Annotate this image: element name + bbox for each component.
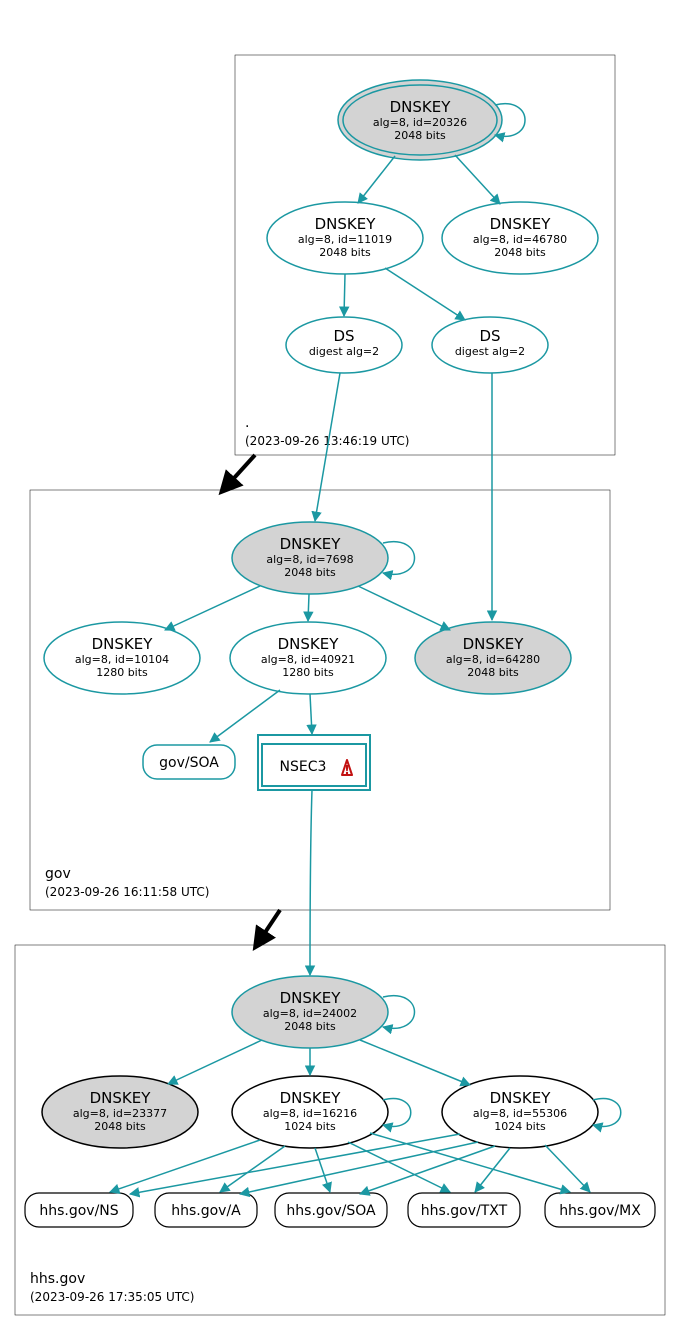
node-root-ksk: DNSKEY alg=8, id=20326 2048 bits [338, 80, 502, 160]
svg-text:DNSKEY: DNSKEY [280, 1089, 342, 1107]
node-root-ds1: DS digest alg=2 [286, 317, 402, 373]
node-hhs-rec5: hhs.gov/MX [545, 1193, 655, 1227]
node-hhs-rec4: hhs.gov/TXT [408, 1193, 520, 1227]
node-hhs-zsk2: DNSKEY alg=8, id=16216 1024 bits [232, 1076, 388, 1148]
svg-text:1280 bits: 1280 bits [96, 666, 148, 679]
zone-hhs-label: hhs.gov [30, 1271, 85, 1287]
node-root-zsk1: DNSKEY alg=8, id=11019 2048 bits [267, 202, 423, 274]
svg-text:DNSKEY: DNSKEY [390, 98, 452, 116]
svg-text:alg=8, id=64280: alg=8, id=64280 [446, 653, 540, 666]
svg-text:2048 bits: 2048 bits [467, 666, 519, 679]
svg-text:alg=8, id=46780: alg=8, id=46780 [473, 233, 567, 246]
svg-text:alg=8, id=40921: alg=8, id=40921 [261, 653, 355, 666]
node-hhs-rec1: hhs.gov/NS [25, 1193, 133, 1227]
svg-text:1024 bits: 1024 bits [494, 1120, 546, 1133]
node-gov-zsk3: DNSKEY alg=8, id=64280 2048 bits [415, 622, 571, 694]
node-hhs-ksk: DNSKEY alg=8, id=24002 2048 bits [232, 976, 388, 1048]
zone-gov-label: gov [45, 866, 71, 882]
svg-text:alg=8, id=20326: alg=8, id=20326 [373, 116, 467, 129]
svg-text:alg=8, id=11019: alg=8, id=11019 [298, 233, 392, 246]
svg-text:hhs.gov/MX: hhs.gov/MX [559, 1203, 641, 1219]
svg-text:hhs.gov/A: hhs.gov/A [171, 1203, 241, 1219]
svg-text:DNSKEY: DNSKEY [280, 989, 342, 1007]
svg-text:2048 bits: 2048 bits [284, 566, 336, 579]
node-gov-zsk1: DNSKEY alg=8, id=10104 1280 bits [44, 622, 200, 694]
svg-text:DS: DS [479, 327, 500, 345]
svg-text:DNSKEY: DNSKEY [315, 215, 377, 233]
svg-text:DNSKEY: DNSKEY [490, 1089, 552, 1107]
svg-text:NSEC3: NSEC3 [280, 759, 327, 775]
node-hhs-zsk1: DNSKEY alg=8, id=23377 2048 bits [42, 1076, 198, 1148]
svg-text:2048 bits: 2048 bits [319, 246, 371, 259]
svg-text:DNSKEY: DNSKEY [92, 635, 154, 653]
svg-text:alg=8, id=16216: alg=8, id=16216 [263, 1107, 357, 1120]
zone-hhs-timestamp: (2023-09-26 17:35:05 UTC) [30, 1290, 194, 1304]
zone-root-label: . [245, 415, 249, 431]
svg-text:digest alg=2: digest alg=2 [455, 345, 525, 358]
svg-text:2048 bits: 2048 bits [94, 1120, 146, 1133]
node-gov-zsk2: DNSKEY alg=8, id=40921 1280 bits [230, 622, 386, 694]
svg-text:DS: DS [333, 327, 354, 345]
node-root-ds2: DS digest alg=2 [432, 317, 548, 373]
svg-text:DNSKEY: DNSKEY [278, 635, 340, 653]
node-hhs-rec3: hhs.gov/SOA [275, 1193, 387, 1227]
node-gov-ksk: DNSKEY alg=8, id=7698 2048 bits [232, 522, 388, 594]
svg-text:DNSKEY: DNSKEY [280, 535, 342, 553]
svg-text:gov/SOA: gov/SOA [159, 755, 219, 771]
svg-text:DNSKEY: DNSKEY [90, 1089, 152, 1107]
node-gov-nsec3: NSEC3 ! [258, 735, 370, 790]
svg-text:2048 bits: 2048 bits [394, 129, 446, 142]
svg-text:1024 bits: 1024 bits [284, 1120, 336, 1133]
node-hhs-zsk3: DNSKEY alg=8, id=55306 1024 bits [442, 1076, 598, 1148]
svg-text:2048 bits: 2048 bits [284, 1020, 336, 1033]
svg-text:alg=8, id=7698: alg=8, id=7698 [266, 553, 353, 566]
svg-text:hhs.gov/TXT: hhs.gov/TXT [421, 1203, 508, 1219]
svg-text:!: ! [344, 763, 349, 777]
node-root-zsk2: DNSKEY alg=8, id=46780 2048 bits [442, 202, 598, 274]
svg-text:hhs.gov/SOA: hhs.gov/SOA [286, 1203, 376, 1219]
svg-text:hhs.gov/NS: hhs.gov/NS [39, 1203, 118, 1219]
svg-text:digest alg=2: digest alg=2 [309, 345, 379, 358]
node-hhs-rec2: hhs.gov/A [155, 1193, 257, 1227]
node-gov-soa: gov/SOA [143, 745, 235, 779]
svg-text:2048 bits: 2048 bits [494, 246, 546, 259]
svg-text:alg=8, id=10104: alg=8, id=10104 [75, 653, 169, 666]
svg-text:DNSKEY: DNSKEY [490, 215, 552, 233]
svg-text:alg=8, id=55306: alg=8, id=55306 [473, 1107, 567, 1120]
svg-text:DNSKEY: DNSKEY [463, 635, 525, 653]
svg-text:alg=8, id=23377: alg=8, id=23377 [73, 1107, 167, 1120]
svg-text:alg=8, id=24002: alg=8, id=24002 [263, 1007, 357, 1020]
dnssec-graph: . (2023-09-26 13:46:19 UTC) DNSKEY alg=8… [0, 0, 685, 1326]
svg-text:1280 bits: 1280 bits [282, 666, 334, 679]
zone-gov-timestamp: (2023-09-26 16:11:58 UTC) [45, 885, 209, 899]
